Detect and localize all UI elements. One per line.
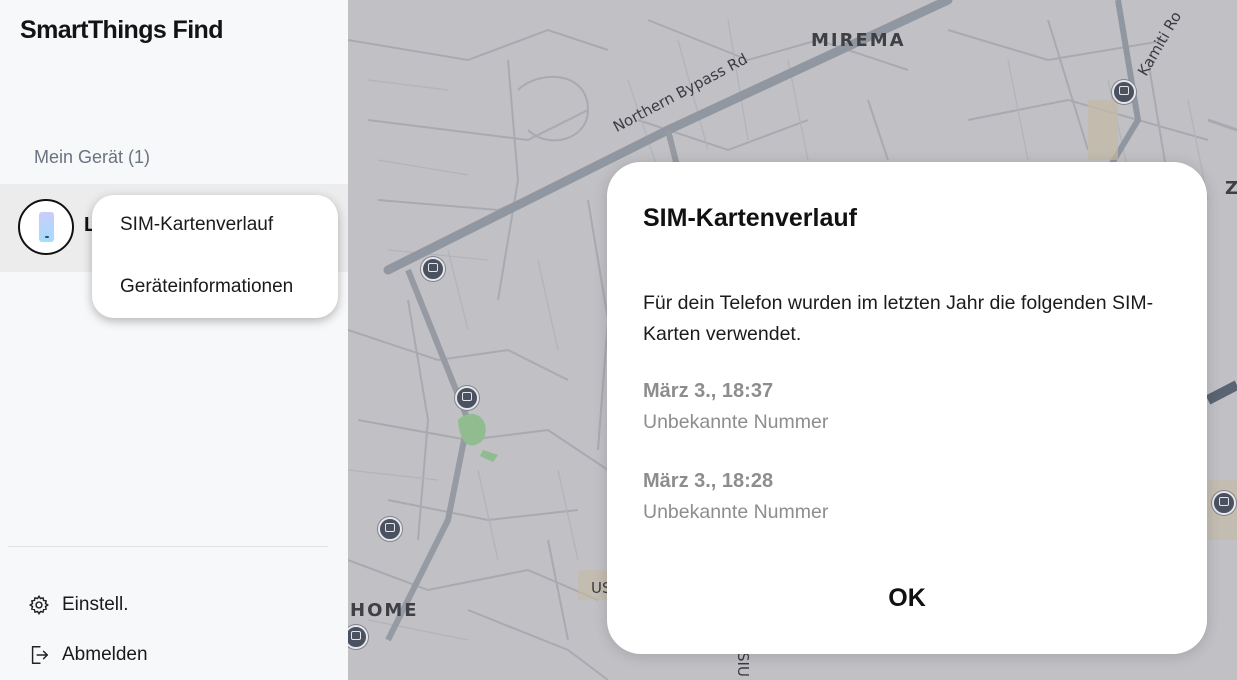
ok-button[interactable]: OK [857, 576, 957, 620]
sim-entry: März 3., 18:37 Unbekannte Nummer [643, 380, 828, 434]
sim-entry: März 3., 18:28 Unbekannte Nummer [643, 470, 828, 524]
dialog-message: Für dein Telefon wurden im letzten Jahr … [643, 292, 1154, 345]
logout-button[interactable]: Abmelden [28, 642, 148, 668]
menu-item-sim-history[interactable]: SIM-Kartenverlauf [120, 214, 273, 236]
logout-label: Abmelden [62, 644, 148, 665]
sidebar-divider [8, 546, 328, 547]
device-section-title: Mein Gerät (1) [34, 147, 151, 167]
sim-entry-time: März 3., 18:37 [643, 380, 774, 402]
sim-entry-number: Unbekannte Nummer [643, 411, 829, 433]
gear-icon [28, 594, 50, 616]
settings-button[interactable]: Einstell. [28, 592, 129, 618]
dialog-title: SIM-Kartenverlauf [643, 204, 857, 232]
sim-history-dialog: SIM-Kartenverlauf Für dein Telefon wurde… [607, 162, 1207, 654]
settings-label: Einstell. [62, 594, 129, 615]
logout-icon [31, 646, 48, 664]
sim-entry-number: Unbekannte Nummer [643, 501, 829, 523]
sidebar: SmartThings Find Mein Gerät (1) L SIM-Ka… [0, 0, 348, 680]
menu-item-device-info[interactable]: Geräteinformationen [120, 276, 293, 298]
sim-entry-time: März 3., 18:28 [643, 470, 774, 492]
app-title: SmartThings Find [20, 16, 224, 44]
phone-icon [18, 199, 74, 255]
device-context-menu: SIM-Kartenverlauf Geräteinformationen [92, 195, 338, 318]
